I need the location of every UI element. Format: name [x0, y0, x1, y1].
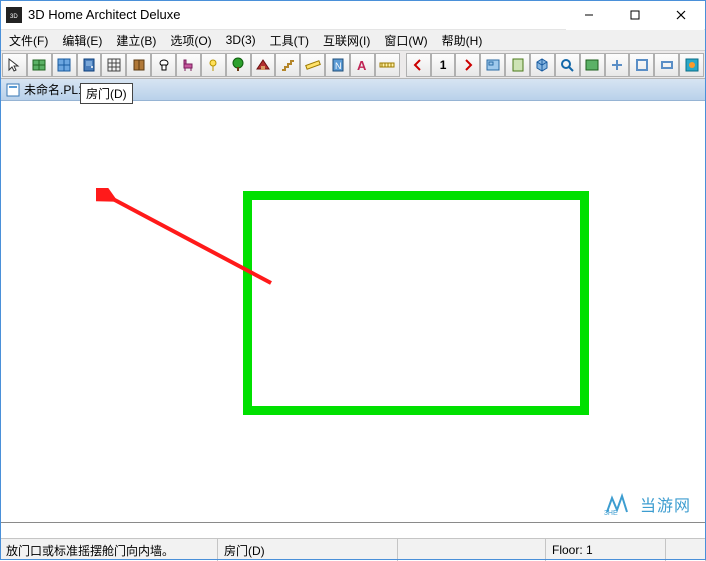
- canvas[interactable]: 3HE 当游网: [0, 101, 706, 523]
- stairs-icon[interactable]: [275, 53, 300, 77]
- plan-icon[interactable]: [480, 53, 505, 77]
- dimension-icon[interactable]: [375, 53, 400, 77]
- lamp-icon[interactable]: [201, 53, 226, 77]
- prev-icon[interactable]: [406, 53, 431, 77]
- page-number: 1: [440, 58, 447, 72]
- menu-internet[interactable]: 互联网(I): [316, 30, 377, 51]
- alt-tool-4[interactable]: [654, 53, 679, 77]
- elevation-icon[interactable]: [505, 53, 530, 77]
- alt-tool-3[interactable]: [629, 53, 654, 77]
- menu-window[interactable]: 窗口(W): [377, 30, 434, 51]
- menu-help[interactable]: 帮助(H): [435, 30, 490, 51]
- page-1-icon[interactable]: 1: [431, 53, 456, 77]
- 3d-icon[interactable]: [530, 53, 555, 77]
- pointer-icon[interactable]: [2, 53, 27, 77]
- watermark: 3HE 当游网: [604, 492, 691, 516]
- toolbar: N A 1: [0, 51, 706, 79]
- close-button[interactable]: [658, 0, 704, 30]
- alt-tool-2[interactable]: [605, 53, 630, 77]
- menu-3d[interactable]: 3D(3): [219, 31, 263, 49]
- menu-file[interactable]: 文件(F): [2, 30, 55, 51]
- svg-text:3D: 3D: [10, 14, 18, 20]
- svg-text:3HE: 3HE: [604, 510, 618, 516]
- cabinet-icon[interactable]: [126, 53, 151, 77]
- watermark-text: 当游网: [640, 492, 691, 516]
- chair-icon[interactable]: [176, 53, 201, 77]
- window-icon[interactable]: [52, 53, 77, 77]
- status-floor: Floor: 1: [546, 539, 666, 561]
- watermark-logo-icon: 3HE: [604, 492, 634, 516]
- window-controls: [566, 0, 704, 30]
- menu-build[interactable]: 建立(B): [109, 30, 163, 51]
- status-hint: 放门口或标准摇摆舱门向内墙。: [0, 539, 218, 561]
- titlebar: 3D 3D Home Architect Deluxe: [0, 0, 706, 30]
- menu-options[interactable]: 选项(O): [163, 30, 218, 51]
- toilet-icon[interactable]: [151, 53, 176, 77]
- app-icon: 3D: [6, 7, 22, 23]
- statusbar: 放门口或标准摇摆舱门向内墙。 房门(D) Floor: 1: [0, 538, 706, 560]
- menu-tools[interactable]: 工具(T): [263, 30, 316, 51]
- status-tool: 房门(D): [218, 539, 398, 561]
- menubar: 文件(F) 编辑(E) 建立(B) 选项(O) 3D(3) 工具(T) 互联网(…: [0, 30, 706, 51]
- door-icon[interactable]: [77, 53, 102, 77]
- tree-icon[interactable]: [226, 53, 251, 77]
- minimize-button[interactable]: [566, 0, 612, 30]
- maximize-button[interactable]: [612, 0, 658, 30]
- alt-tool-1[interactable]: [580, 53, 605, 77]
- svg-text:A: A: [357, 58, 367, 73]
- annotation-arrow: [96, 188, 286, 298]
- menu-edit[interactable]: 编辑(E): [55, 30, 109, 51]
- note-icon[interactable]: N: [325, 53, 350, 77]
- zoom-icon[interactable]: [555, 53, 580, 77]
- fire-icon[interactable]: [679, 53, 704, 77]
- status-end: [666, 539, 706, 561]
- roof-icon[interactable]: [251, 53, 276, 77]
- document-icon: [6, 83, 20, 97]
- grid-icon[interactable]: [101, 53, 126, 77]
- app-title: 3D Home Architect Deluxe: [28, 7, 566, 22]
- status-spacer: [398, 539, 546, 561]
- next-icon[interactable]: [455, 53, 480, 77]
- tooltip: 房门(D): [80, 83, 133, 104]
- text-icon[interactable]: A: [350, 53, 375, 77]
- ruler-icon[interactable]: [300, 53, 325, 77]
- wall-icon[interactable]: [27, 53, 52, 77]
- svg-text:N: N: [335, 61, 342, 71]
- plan-rectangle[interactable]: [243, 191, 589, 415]
